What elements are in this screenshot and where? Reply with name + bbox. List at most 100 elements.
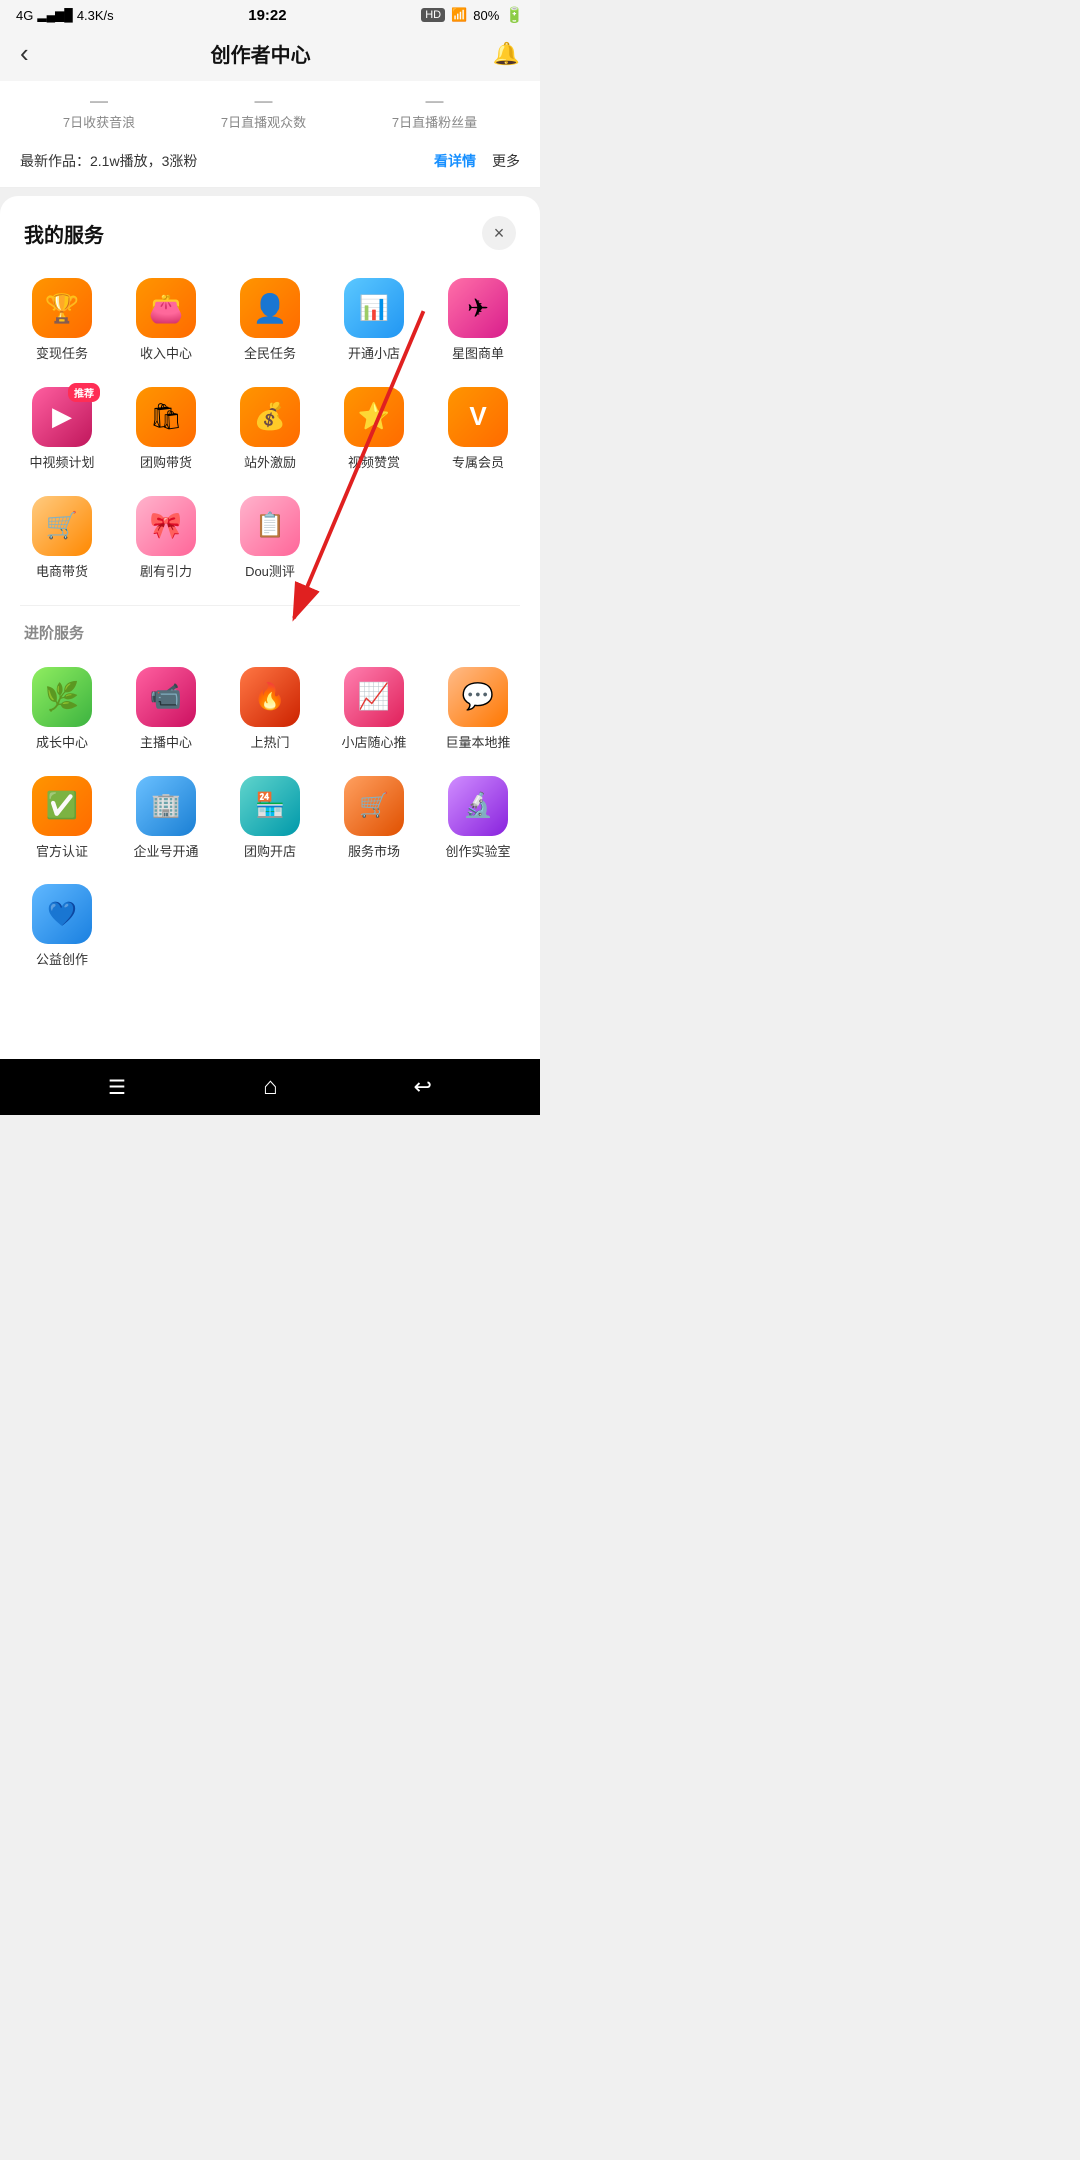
suixintui-icon: 📈 [344,667,404,727]
service-panel-header: 我的服务 × [0,196,540,258]
shangremen-icon: 🔥 [240,667,300,727]
signal-bars: ▂▄▆█ [37,8,72,22]
service-item-suixintui[interactable]: 📈 小店随心推 [322,655,426,764]
qiyehao-icon: 🏢 [136,776,196,836]
tuangou-label: 团购带货 [140,455,192,472]
service-item-zhanzhaijili[interactable]: 💰 站外激励 [218,375,322,484]
advanced-services-header: 进阶服务 [0,610,540,647]
kaitongxiaodian-icon: 📊 [344,278,404,338]
page-title: 创作者中心 [211,39,311,68]
juyouyinli-icon: 🎀 [136,496,196,556]
service-item-zhuanyuhuiyuan[interactable]: V 专属会员 [426,375,530,484]
tuangoukaidian-label: 团购开店 [244,844,296,861]
detail-link[interactable]: 看详情 [434,151,476,171]
service-item-shangremen[interactable]: 🔥 上热门 [218,655,322,764]
juliang-icon: 💬 [448,667,508,727]
monetize-services-grid: 🏆 变现任务 👛 收入中心 👤 全民任务 📊 开通小店 [0,258,540,601]
stat-yinlang-value: — [63,91,135,112]
service-item-juyouyinli[interactable]: 🎀 剧有引力 [114,484,218,593]
gongyichuangzuo-icon: 💙 [32,884,92,944]
zhuanyuhuiyuan-icon: V [448,387,508,447]
shouruzhongxin-icon: 👛 [136,278,196,338]
chengzhang-label: 成长中心 [36,735,88,752]
more-link[interactable]: 更多 [492,151,520,171]
service-item-kaitongxiaodian[interactable]: 📊 开通小店 [322,266,426,375]
signal-text: 4G [16,8,33,23]
stat-yinlang: — 7日收获音浪 [63,91,135,131]
service-item-dianshangdaihuo[interactable]: 🛒 电商带货 [10,484,114,593]
service-item-bianzian[interactable]: 🏆 变现任务 [10,266,114,375]
bianzian-label: 变现任务 [36,346,88,363]
xingtu-icon: ✈ [448,278,508,338]
fuwushichang-icon: 🛒 [344,776,404,836]
service-item-tuangou[interactable]: 🛍 团购带货 [114,375,218,484]
battery-text: 80% [473,8,499,23]
notification-button[interactable]: 🔔 [493,41,520,67]
service-item-shouruzhongxin[interactable]: 👛 收入中心 [114,266,218,375]
status-left: 4G ▂▄▆█ 4.3K/s [16,8,114,23]
service-item-chuangzuoshiyan[interactable]: 🔬 创作实验室 [426,764,530,873]
back-button[interactable]: ‹ [20,38,29,69]
fuwushichang-label: 服务市场 [348,844,400,861]
section-divider [20,605,520,606]
douceping-icon: 📋 [240,496,300,556]
stat-guanzhong: — 7日直播观众数 [221,91,306,131]
quanmin-icon: 👤 [240,278,300,338]
bianzian-icon: 🏆 [32,278,92,338]
stats-row: — 7日收获音浪 — 7日直播观众数 — 7日直播粉丝量 [20,91,520,131]
quanmin-label: 全民任务 [244,346,296,363]
stat-fensi: — 7日直播粉丝量 [392,91,477,131]
status-time: 19:22 [248,7,286,24]
juliang-label: 巨量本地推 [445,735,510,752]
status-right: HD 📶 80% 🔋 [421,6,524,24]
stat-yinlang-label: 7日收获音浪 [63,112,135,131]
service-item-chengzhang[interactable]: 🌿 成长中心 [10,655,114,764]
gongyichuangzuo-label: 公益创作 [36,952,88,969]
douceping-label: Dou测评 [245,564,295,581]
menu-button[interactable]: ☰ [108,1075,127,1100]
service-item-zhubao[interactable]: 📹 主播中心 [114,655,218,764]
chuangzuoshiyan-icon: 🔬 [448,776,508,836]
tuangoukaidian-icon: 🏪 [240,776,300,836]
zhuanyuhuiyuan-label: 专属会员 [452,455,504,472]
juyouyinli-label: 剧有引力 [140,564,192,581]
service-item-fuwushichang[interactable]: 🛒 服务市场 [322,764,426,873]
service-item-gongyichuangzuo[interactable]: 💙 公益创作 [10,872,114,981]
service-panel-title: 我的服务 [24,219,104,248]
service-item-videozanshang[interactable]: ⭐ 视频赞赏 [322,375,426,484]
stat-fensi-label: 7日直播粉丝量 [392,112,477,131]
zhanzhaijili-label: 站外激励 [244,455,296,472]
service-item-qiyehao[interactable]: 🏢 企业号开通 [114,764,218,873]
zhubao-icon: 📹 [136,667,196,727]
service-item-douceping[interactable]: 📋 Dou测评 [218,484,322,593]
suixintui-label: 小店随心推 [341,735,406,752]
back-nav-button[interactable]: ↩ [414,1074,432,1100]
stat-guanzhong-value: — [221,91,306,112]
service-item-tuangoukaidian[interactable]: 🏪 团购开店 [218,764,322,873]
latest-work-bar: 最新作品：2.1w播放，3涨粉 看详情 更多 [20,143,520,171]
close-button[interactable]: × [482,216,516,250]
stat-guanzhong-label: 7日直播观众数 [221,112,306,131]
stats-section: — 7日收获音浪 — 7日直播观众数 — 7日直播粉丝量 最新作品：2.1w播放… [0,81,540,188]
qiyehao-label: 企业号开通 [133,844,198,861]
chuangzuoshiyan-label: 创作实验室 [445,844,510,861]
service-item-guanfang[interactable]: ✅ 官方认证 [10,764,114,873]
videozanshang-label: 视频赞赏 [348,455,400,472]
guanfang-label: 官方认证 [36,844,88,861]
service-item-quanmin[interactable]: 👤 全民任务 [218,266,322,375]
stat-fensi-value: — [392,91,477,112]
service-item-zhongshipin[interactable]: ▶ 推荐 中视频计划 [10,375,114,484]
chengzhang-icon: 🌿 [32,667,92,727]
bottom-nav-bar: ☰ ⌂ ↩ [0,1059,540,1115]
guanfang-icon: ✅ [32,776,92,836]
service-item-xingtu[interactable]: ✈ 星图商单 [426,266,530,375]
speed-text: 4.3K/s [77,8,114,23]
videozanshang-icon: ⭐ [344,387,404,447]
tuangou-icon: 🛍 [136,387,196,447]
service-panel: 我的服务 × 🏆 变现任务 👛 收入中心 👤 全民任务 � [0,196,540,1059]
zhanzhaijili-icon: 💰 [240,387,300,447]
home-button[interactable]: ⌂ [263,1073,278,1101]
dianshangdaihuo-label: 电商带货 [36,564,88,581]
service-item-juliang[interactable]: 💬 巨量本地推 [426,655,530,764]
wifi-icon: 📶 [451,7,467,23]
